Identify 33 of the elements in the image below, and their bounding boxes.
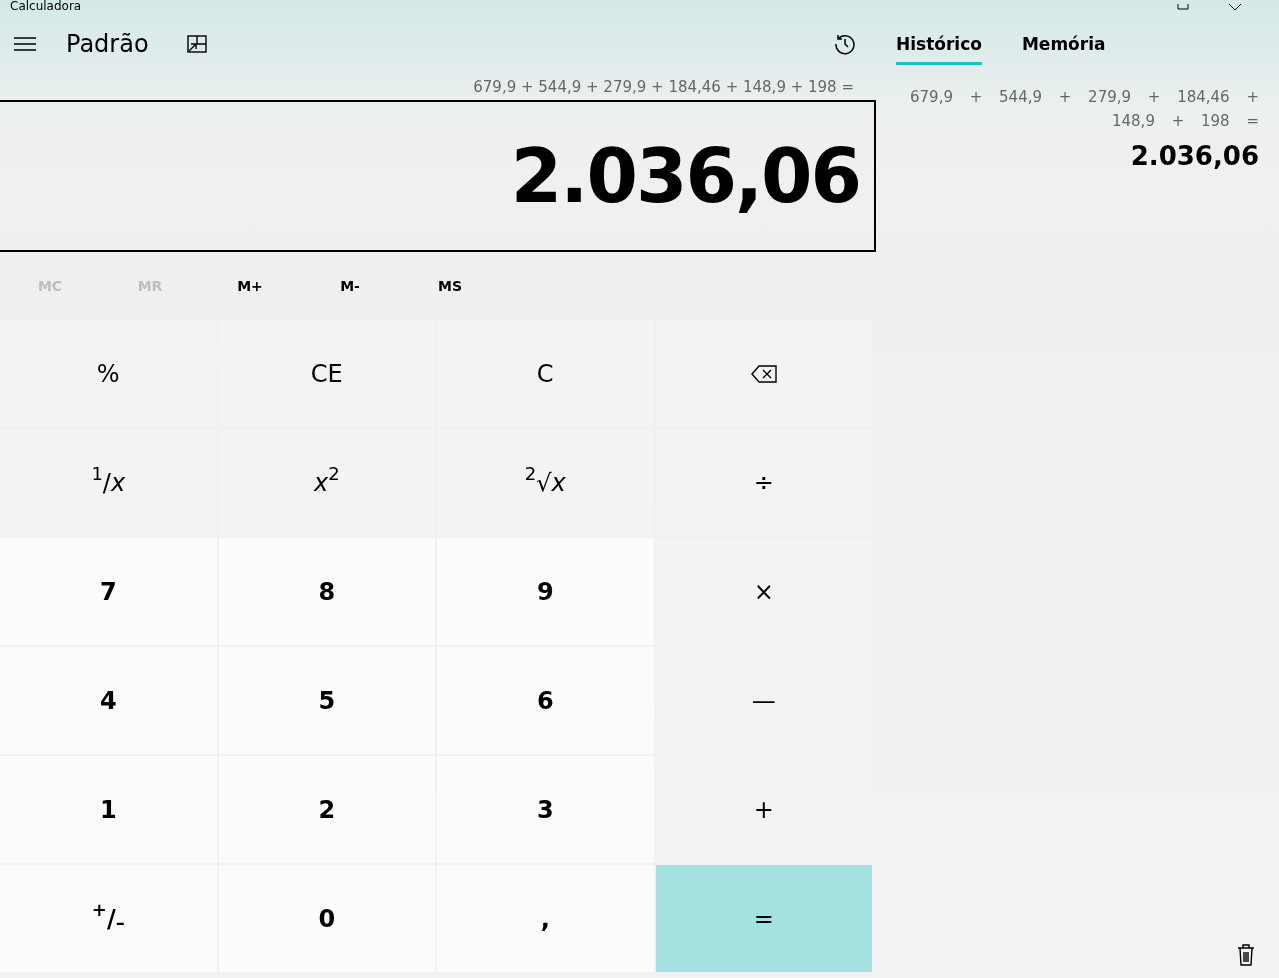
function-key[interactable]: $^{2}$√x bbox=[437, 429, 654, 536]
digit-key[interactable]: , bbox=[437, 865, 654, 972]
history-result[interactable]: 2.036,06 bbox=[896, 136, 1259, 176]
history-expression[interactable]: 679,9 + 544,9 + 279,9 + 184,46 + 148,9 + 198 = bbox=[896, 84, 1259, 133]
digit-key[interactable]: 2 bbox=[218, 756, 435, 863]
digit-key[interactable]: 6 bbox=[437, 647, 654, 754]
function-key[interactable]: ÷ bbox=[655, 429, 872, 536]
result-display: 2.036,06 bbox=[0, 100, 876, 252]
maximize-icon[interactable] bbox=[1177, 4, 1189, 10]
equals-key[interactable]: = bbox=[655, 865, 872, 972]
backspace-icon bbox=[750, 364, 777, 383]
function-key[interactable]: CE bbox=[218, 320, 435, 427]
digit-key[interactable]: 8 bbox=[218, 538, 435, 645]
digit-key[interactable]: 0 bbox=[218, 865, 435, 972]
window-title: Calculadora bbox=[10, 0, 82, 12]
mode-title: Padrão bbox=[66, 29, 149, 60]
function-key[interactable]: % bbox=[0, 320, 217, 427]
digit-key[interactable]: $^{+}$/$_{–}$ bbox=[0, 865, 217, 972]
digit-key[interactable]: 7 bbox=[0, 538, 217, 645]
digit-key[interactable]: 4 bbox=[0, 647, 217, 754]
digit-key[interactable]: 9 bbox=[437, 538, 654, 645]
panel-tab[interactable]: Memória bbox=[1021, 24, 1106, 65]
function-key[interactable]: x$^{2}$ bbox=[218, 429, 435, 536]
digit-key[interactable]: 1 bbox=[0, 756, 217, 863]
digit-key[interactable]: 5 bbox=[218, 647, 435, 754]
digit-key[interactable]: 3 bbox=[437, 756, 654, 863]
memory-button[interactable]: M- bbox=[300, 269, 400, 303]
expression-text: 679,9 + 544,9 + 279,9 + 184,46 + 148,9 + 198 = bbox=[472, 77, 855, 98]
memory-button[interactable]: M+ bbox=[200, 269, 300, 303]
memory-button[interactable]: MS bbox=[400, 269, 500, 303]
panel-tab[interactable]: Histórico bbox=[896, 24, 982, 65]
function-key[interactable]: $^{1}$/x bbox=[0, 429, 217, 536]
function-key[interactable]: C bbox=[437, 320, 654, 427]
